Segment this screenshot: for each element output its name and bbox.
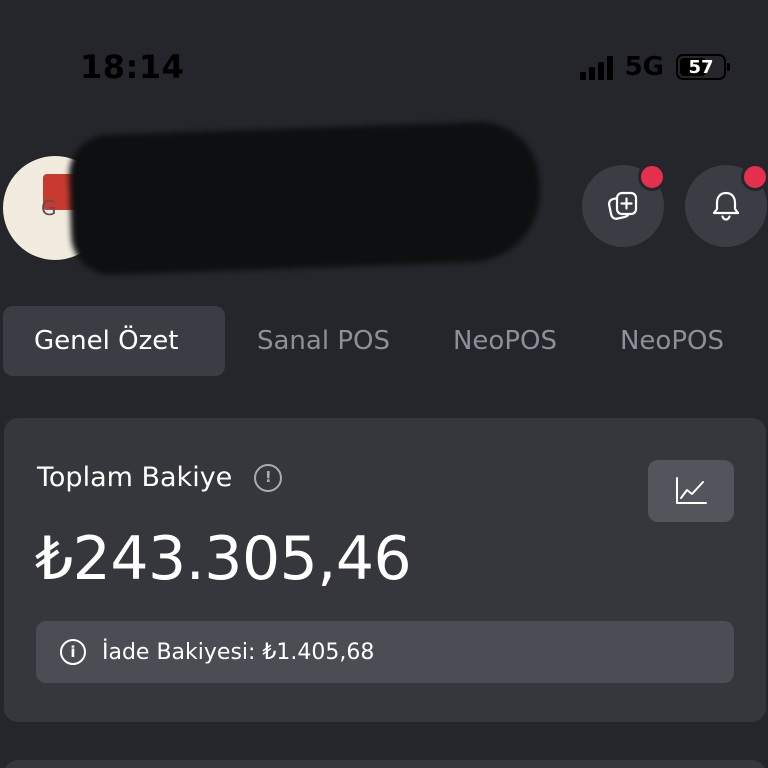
- balance-card: Toplam Bakiye ! ₺243.305,46 i İade Bakiy…: [4, 418, 766, 722]
- tab-neopos[interactable]: NeoPOS: [453, 306, 557, 376]
- copy-plus-icon: [607, 191, 638, 220]
- refund-balance-info[interactable]: i İade Bakiyesi: ₺1.405,68: [36, 621, 734, 683]
- tab-neopos-2[interactable]: NeoPOS: [620, 306, 724, 376]
- battery-percent: 57: [688, 56, 714, 78]
- refund-balance-label: İade Bakiyesi: ₺1.405,68: [102, 639, 375, 665]
- tab-genel-ozet[interactable]: Genel Özet: [3, 306, 225, 376]
- signal-icon: [579, 54, 613, 80]
- balance-chart-button[interactable]: [648, 460, 734, 522]
- notifications-button[interactable]: [685, 163, 768, 247]
- network-label: 5G: [624, 52, 664, 82]
- next-card: [4, 760, 766, 768]
- bell-icon: [712, 191, 740, 221]
- battery-icon: 57: [676, 54, 730, 80]
- balance-title: Toplam Bakiye: [37, 462, 233, 493]
- redacted-user-info: [67, 119, 543, 277]
- balance-amount: ₺243.305,46: [35, 524, 412, 594]
- info-icon: i: [60, 639, 86, 665]
- app-screen: 18:14 5G 57 G Genel Özet Sanal POS NeoPO…: [0, 0, 768, 768]
- status-indicators: 5G 57: [579, 52, 730, 82]
- info-icon[interactable]: !: [254, 463, 283, 492]
- status-time: 18:14: [80, 48, 185, 86]
- line-chart-icon: [676, 477, 707, 504]
- account-tabs: Genel Özet Sanal POS NeoPOS NeoPOS: [3, 306, 768, 376]
- tab-sanal-pos[interactable]: Sanal POS: [257, 306, 390, 376]
- notification-badge: [741, 163, 768, 191]
- avatar-letter: G: [41, 196, 57, 220]
- balance-title-row: Toplam Bakiye !: [37, 462, 283, 493]
- add-store-button[interactable]: [582, 163, 666, 247]
- notification-badge: [638, 163, 666, 191]
